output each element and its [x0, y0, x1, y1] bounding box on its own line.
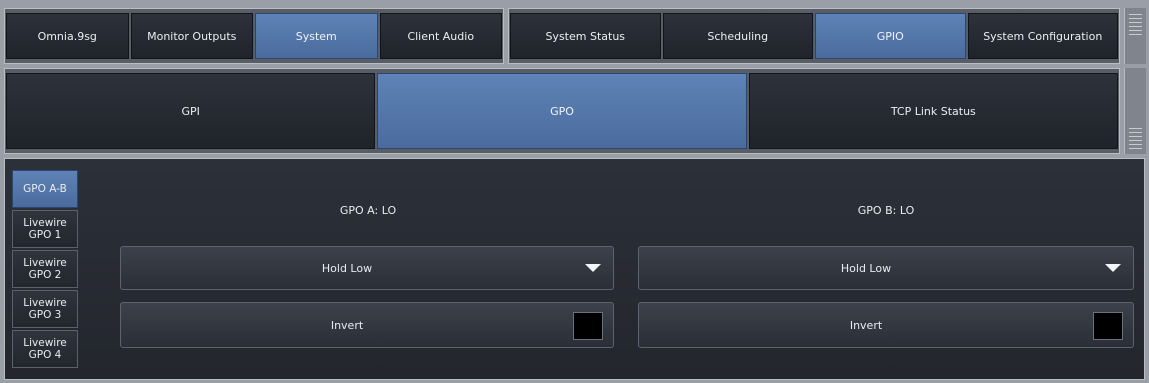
gpo-a-mode-dropdown[interactable]: Hold Low [120, 246, 614, 290]
tab-omnia9sg[interactable]: Omnia.9sg [6, 13, 129, 59]
gpo-a-mode-value: Hold Low [321, 261, 373, 275]
grip-lines-icon [1129, 128, 1142, 152]
gpo-a-status: GPO A: LO [339, 204, 397, 217]
gpo-side-tabs: GPO A-B Livewire GPO 1 Livewire GPO 2 Li… [12, 170, 78, 368]
tab-gpi[interactable]: GPI [6, 73, 376, 149]
gpo-b-status: GPO B: LO [857, 204, 915, 217]
gpo-a-invert-label: Invert [330, 318, 364, 332]
tab-system[interactable]: System [255, 13, 378, 59]
gpo-a-invert-checkbox[interactable] [573, 312, 603, 340]
sidetab-livewire-gpo-3[interactable]: Livewire GPO 3 [12, 290, 78, 328]
tab-tcp-link-status[interactable]: TCP Link Status [748, 73, 1118, 149]
tab-monitor-outputs[interactable]: Monitor Outputs [130, 13, 253, 59]
system-nav-group: System Status Scheduling GPIO System Con… [508, 8, 1120, 64]
tab-system-status[interactable]: System Status [510, 13, 661, 59]
sidetab-gpo-a-b[interactable]: GPO A-B [12, 170, 78, 208]
gpio-subtabs: GPI GPO TCP Link Status [4, 68, 1120, 154]
gpo-b-invert-label: Invert [849, 318, 883, 332]
gpo-b-invert-checkbox[interactable] [1093, 312, 1123, 340]
sidetab-livewire-gpo-1[interactable]: Livewire GPO 1 [12, 210, 78, 248]
chevron-down-icon [1105, 264, 1121, 272]
gpo-b-mode-value: Hold Low [840, 261, 892, 275]
tab-gpo[interactable]: GPO [377, 73, 747, 149]
tab-client-audio[interactable]: Client Audio [379, 13, 502, 59]
sidetab-livewire-gpo-2[interactable]: Livewire GPO 2 [12, 250, 78, 288]
main-nav-group: Omnia.9sg Monitor Outputs System Client … [4, 8, 504, 64]
gpo-a-invert-toggle[interactable]: Invert [120, 302, 614, 348]
chevron-down-icon [585, 264, 601, 272]
tab-gpio[interactable]: GPIO [815, 13, 966, 59]
sidetab-livewire-gpo-4[interactable]: Livewire GPO 4 [12, 330, 78, 368]
gpo-b-invert-toggle[interactable]: Invert [638, 302, 1134, 348]
tab-system-configuration[interactable]: System Configuration [967, 13, 1118, 59]
gpo-b-mode-dropdown[interactable]: Hold Low [638, 246, 1134, 290]
tab-scheduling[interactable]: Scheduling [662, 13, 813, 59]
grip-lines-icon [1129, 14, 1142, 38]
scroll-grip-middle[interactable] [1124, 68, 1146, 154]
scroll-grip-top[interactable] [1124, 8, 1146, 64]
